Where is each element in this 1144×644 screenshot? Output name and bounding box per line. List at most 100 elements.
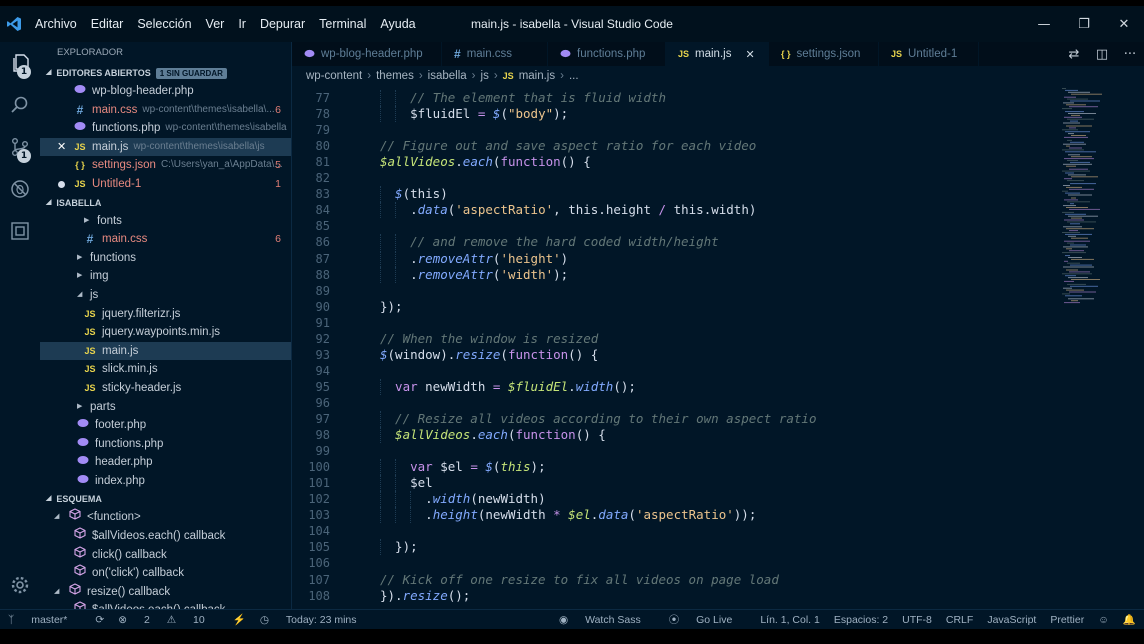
encoding[interactable]: UTF-8 (902, 614, 932, 626)
extensions-activity[interactable] (0, 210, 40, 252)
file-path: wp-content\themes\isabella\js (133, 140, 265, 152)
file-item[interactable]: functions.php (40, 435, 291, 454)
line-number: 91 (315, 315, 330, 330)
end-of-line[interactable]: CRLF (946, 614, 973, 626)
breadcrumb-item[interactable]: wp-content (306, 70, 362, 82)
outline-header[interactable]: ◢ ESQUEMA (40, 490, 291, 508)
code-editor[interactable]: 77 // The element that is fluid width 78 $f… (292, 90, 1052, 609)
menu-terminal[interactable]: Terminal (312, 17, 373, 31)
feedback-icon[interactable]: ☺ (1098, 614, 1109, 626)
minimap-line (1065, 275, 1076, 277)
tab-main-css[interactable]: # main.css (442, 42, 548, 66)
sync-icon[interactable]: ⟳ (95, 614, 104, 626)
problem-count: 1 (275, 177, 281, 190)
menu-editar[interactable]: Editar (84, 17, 131, 31)
source-control-activity[interactable]: 1 (0, 126, 40, 168)
code-text: }); (380, 298, 403, 314)
split-editor-icon[interactable]: ◫ (1088, 47, 1116, 62)
tab-main-js[interactable]: JS main.js ✕ (666, 42, 769, 66)
minimap-line (1064, 116, 1082, 118)
cursor-position[interactable]: Lín. 1, Col. 1 (760, 614, 820, 626)
open-editor-item[interactable]: functions.php wp-content\themes\isabella (40, 119, 291, 138)
minimap-line (1062, 252, 1086, 254)
open-editor-item[interactable]: wp-blog-header.php (40, 82, 291, 101)
tab-settings-json[interactable]: { } settings.json (769, 42, 879, 66)
chevron-down-icon: ◢ (54, 587, 60, 595)
formatter[interactable]: Prettier (1050, 614, 1084, 626)
warning-icon: ⚠ (166, 613, 180, 626)
folder-item[interactable]: ▶ functions (40, 249, 291, 268)
open-editor-item[interactable]: { } settings.json C:\Users\yan_a\AppData\.… (40, 156, 291, 175)
file-item[interactable]: JS jquery.waypoints.min.js (40, 323, 291, 342)
menu-ver[interactable]: Ver (199, 17, 232, 31)
branch-status[interactable]: ᛉ master* (8, 614, 81, 626)
breadcrumb-item[interactable]: js (481, 70, 489, 82)
close-window-icon[interactable]: ✕ (1104, 6, 1144, 42)
notifications-icon[interactable]: 🔔 (1123, 613, 1136, 626)
close-tab-icon[interactable]: ✕ (745, 48, 754, 61)
indent-guide (380, 411, 381, 427)
open-editor-item[interactable]: JS Untitled-1 1 (40, 175, 291, 194)
file-item[interactable]: # main.css 6 (40, 230, 291, 249)
outline-item[interactable]: ◢ resize() callback (40, 583, 291, 602)
outline-item[interactable]: $allVideos.each() callback (40, 601, 291, 609)
minimap-line (1065, 233, 1092, 235)
outline-item[interactable]: $allVideos.each() callback (40, 527, 291, 546)
project-header[interactable]: ◢ ISABELLA (40, 194, 291, 212)
search-activity[interactable] (0, 84, 40, 126)
folder-item[interactable]: ▶ fonts (40, 212, 291, 231)
folder-item[interactable]: ▶ parts (40, 398, 291, 417)
tab-functions-php[interactable]: functions.php (548, 42, 666, 66)
file-item[interactable]: index.php (40, 472, 291, 491)
outline-item[interactable]: click() callback (40, 546, 291, 565)
open-editor-item[interactable]: # main.css wp-content\themes\isabella\... 6 (40, 101, 291, 120)
explorer-activity[interactable]: 1 (0, 42, 40, 84)
close-icon[interactable]: ✕ (57, 138, 66, 157)
folder-item[interactable]: ▶ img (40, 267, 291, 286)
outline-item[interactable]: on('click') callback (40, 564, 291, 583)
menu-archivo[interactable]: Archivo (28, 17, 84, 31)
file-item[interactable]: JS sticky-header.js (40, 379, 291, 398)
debug-activity[interactable] (0, 168, 40, 210)
file-item[interactable]: JS main.js (40, 341, 291, 361)
restore-icon[interactable]: ❐ (1064, 6, 1104, 42)
file-item[interactable]: header.php (40, 453, 291, 472)
code-text: .removeAttr('height') (410, 250, 569, 266)
more-actions-icon[interactable]: ··· (1116, 47, 1144, 62)
indent-guide (380, 475, 381, 492)
time-tracker[interactable]: ◷ Today: 23 mins (260, 614, 371, 626)
breadcrumb-item[interactable]: main.js (519, 70, 555, 82)
indentation[interactable]: Espacios: 2 (834, 614, 888, 626)
problems-status[interactable]: ⊗ 2 ⚠ 10 (118, 614, 219, 626)
minimap[interactable] (1056, 86, 1144, 609)
outline-item[interactable]: ◢ <function> (40, 508, 291, 527)
menu-ayuda[interactable]: Ayuda (373, 17, 422, 31)
line-number: 92 (315, 331, 330, 346)
minimap-line (1070, 223, 1080, 225)
menu-selección[interactable]: Selección (130, 17, 198, 31)
go-live-button[interactable]: ⦿ Go Live (669, 612, 747, 627)
folder-item[interactable]: ◢ js (40, 286, 291, 305)
file-item[interactable]: JS jquery.filterizr.js (40, 305, 291, 324)
indent-guide (395, 250, 397, 267)
watch-sass-button[interactable]: ◉ Watch Sass (559, 614, 655, 626)
file-item[interactable]: footer.php (40, 416, 291, 435)
menu-depurar[interactable]: Depurar (253, 17, 312, 31)
open-editors-header[interactable]: ◢ EDITORES ABIERTOS 1 SIN GUARDAR (40, 64, 291, 82)
menu-ir[interactable]: Ir (231, 17, 253, 31)
language-mode[interactable]: JavaScript (987, 614, 1036, 626)
open-editor-item[interactable]: ✕ JS main.js wp-content\themes\isabella\js (40, 137, 291, 157)
breadcrumb-item[interactable]: isabella (428, 70, 467, 82)
file-item[interactable]: JS slick.min.js (40, 360, 291, 379)
tab-untitled-1[interactable]: JS Untitled-1 (879, 42, 979, 66)
minimize-icon[interactable]: — (1024, 6, 1064, 42)
indent-guide (395, 106, 397, 123)
breadcrumb-item[interactable]: ... (569, 70, 579, 82)
tab-wp-blog-header-php[interactable]: wp-blog-header.php (292, 42, 442, 66)
open-changes-icon[interactable]: ⇄ (1060, 47, 1088, 62)
settings-gear-icon[interactable] (0, 567, 40, 603)
breadcrumb-item[interactable]: themes (376, 70, 414, 82)
lightning-icon[interactable]: ⚡ (233, 613, 246, 626)
line-number: 79 (315, 123, 330, 138)
file-path: wp-content\themes\isabella (165, 122, 287, 134)
